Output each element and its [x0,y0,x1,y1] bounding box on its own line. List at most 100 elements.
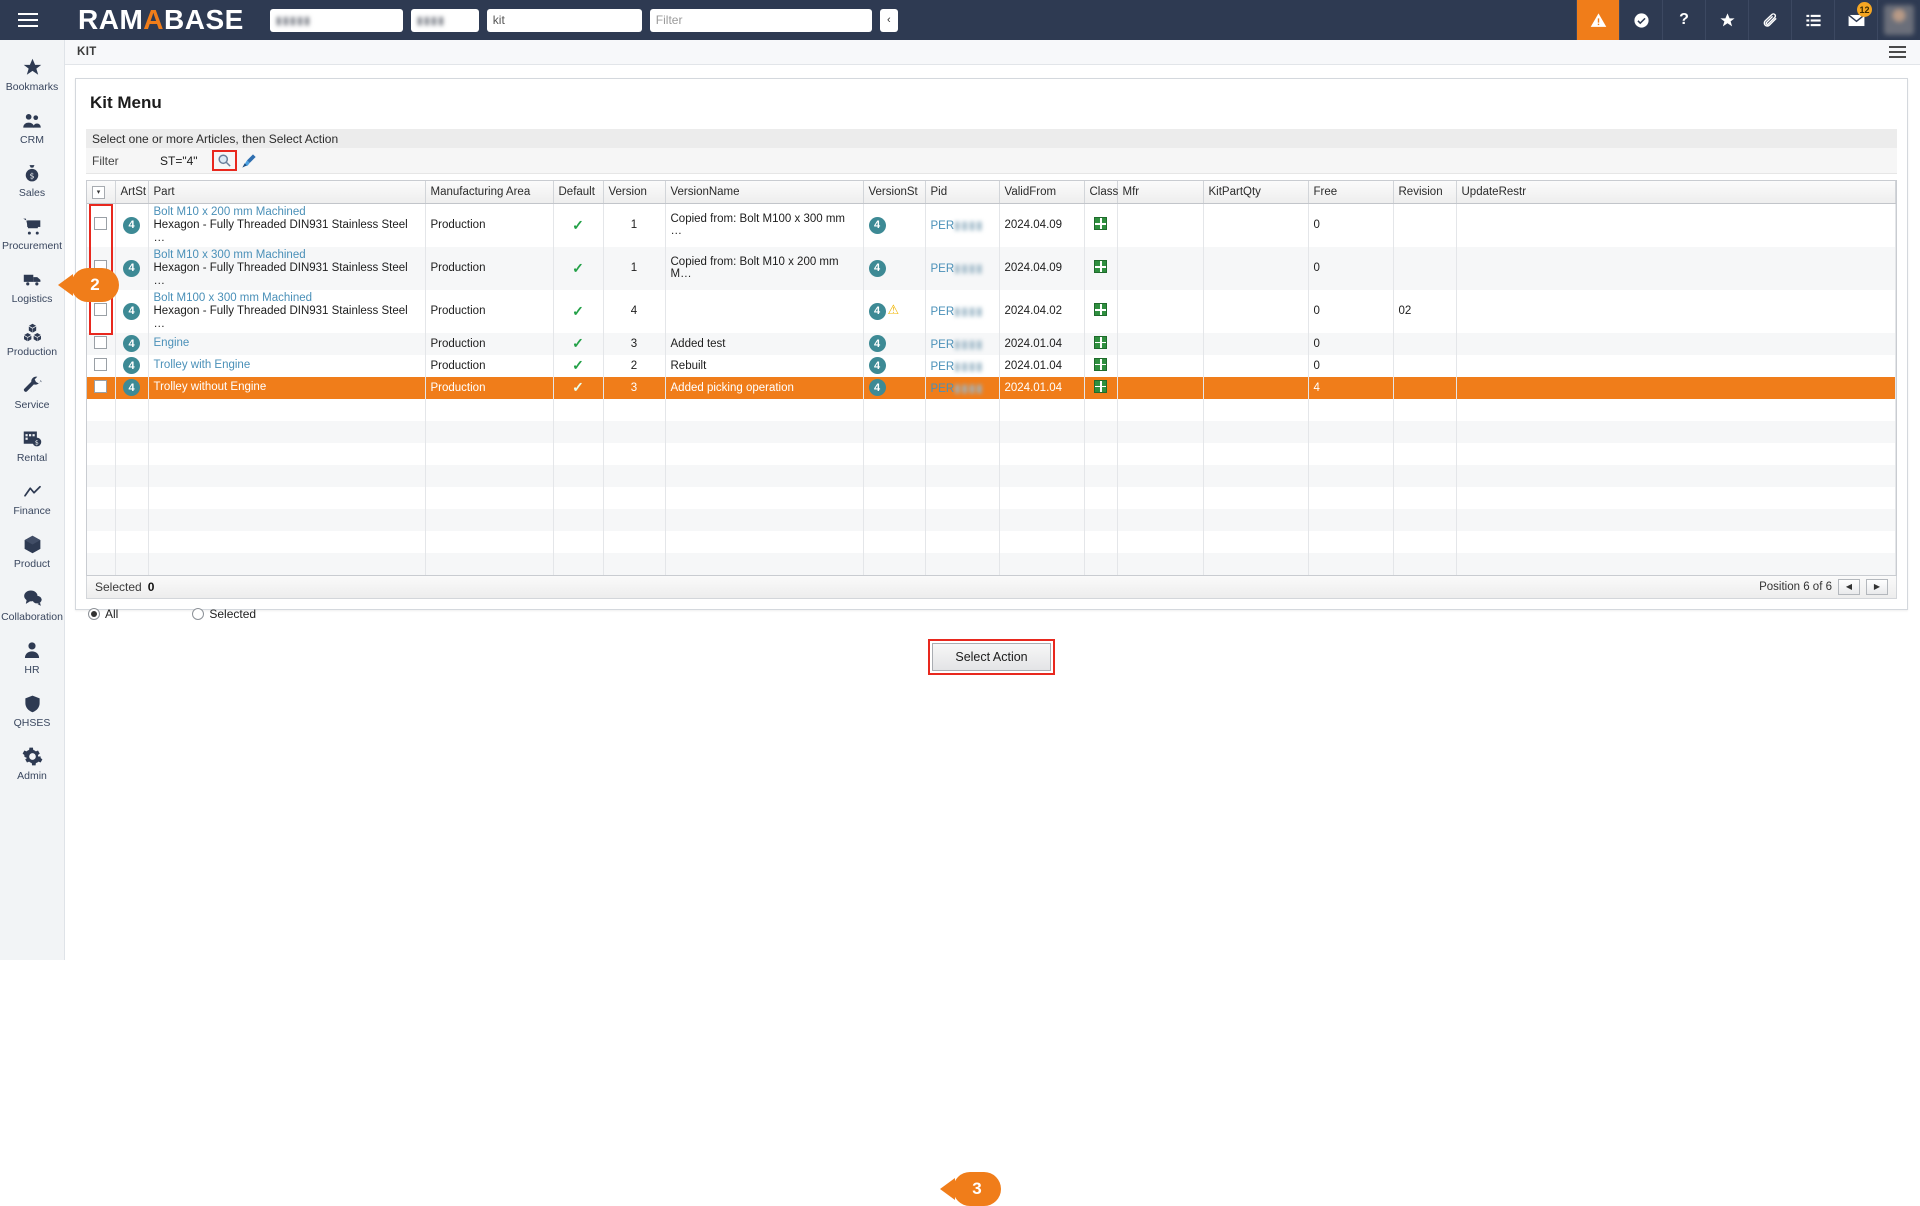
radio-selected-circle[interactable] [192,608,204,620]
table-row[interactable]: 4Trolley without EngineProduction✓3Added… [87,377,1896,399]
table-row[interactable]: 4Bolt M10 x 300 mm MachinedHexagon - Ful… [87,247,1896,290]
table-row[interactable]: 4EngineProduction✓3Added test4PER▮▮▮▮202… [87,333,1896,355]
sidebar-item-finance[interactable]: Finance [0,472,65,525]
radio-selected[interactable]: Selected [192,607,256,621]
header-manufacturing-area[interactable]: Manufacturing Area [425,181,553,203]
row-checkbox-cell[interactable] [87,377,115,399]
header-version[interactable]: Version [603,181,665,203]
pid-link[interactable]: PER [931,306,955,318]
header-revision[interactable]: Revision [1393,181,1456,203]
header-kit-part-qty[interactable]: KitPartQty [1203,181,1308,203]
row-checkbox-cell[interactable] [87,355,115,377]
cell-empty [1084,531,1117,553]
header-mfr[interactable]: Mfr [1117,181,1203,203]
cell-empty [1203,443,1308,465]
row-checkbox[interactable] [94,336,107,349]
cell-empty [1117,509,1203,531]
header-free[interactable]: Free [1308,181,1393,203]
sidebar-item-collaboration[interactable]: Collaboration [0,578,65,631]
radio-all[interactable]: All [88,607,118,621]
alert-icon[interactable] [1576,0,1619,40]
sidebar-item-procurement[interactable]: Procurement [0,207,65,260]
pid-link[interactable]: PER [931,220,955,232]
context-menu-icon[interactable] [1889,46,1906,58]
prev-page-button[interactable]: ◀ [1838,579,1860,595]
select-action-button[interactable]: Select Action [932,643,1050,671]
cell-part: Trolley with Engine [148,355,425,377]
part-link[interactable]: Bolt M100 x 300 mm Machined [154,292,420,305]
filter-value[interactable]: ST="4" [160,154,212,168]
class-icon [1094,358,1107,371]
truck-icon [21,269,44,291]
table-row[interactable]: 4Bolt M10 x 200 mm MachinedHexagon - Ful… [87,203,1896,247]
row-checkbox[interactable] [94,217,107,230]
sidebar-item-hr[interactable]: HR [0,631,65,684]
search-icon[interactable] [212,150,237,171]
hamburger-menu-icon[interactable] [0,0,56,40]
header-version-st[interactable]: VersionSt [863,181,925,203]
sidebar-item-production[interactable]: Production [0,313,65,366]
default-check-icon: ✓ [572,217,584,233]
header-update-restr[interactable]: UpdateRestr [1456,181,1896,203]
sidebar-item-admin[interactable]: Admin [0,737,65,790]
part-link[interactable]: Trolley with Engine [154,359,420,372]
part-link[interactable]: Trolley without Engine [154,381,420,394]
cell-empty [425,553,553,575]
user-avatar[interactable] [1877,0,1920,40]
header-version-name[interactable]: VersionName [665,181,863,203]
part-link[interactable]: Engine [154,337,420,350]
header-select-all[interactable]: ▾ [87,181,115,203]
star-icon[interactable] [1705,0,1748,40]
check-circle-icon[interactable] [1619,0,1662,40]
help-icon[interactable]: ? [1662,0,1705,40]
next-page-button[interactable]: ▶ [1866,579,1888,595]
table-row[interactable]: 4Bolt M100 x 300 mm MachinedHexagon - Fu… [87,290,1896,333]
sidebar-item-bookmarks[interactable]: Bookmarks [0,48,65,101]
sidebar-item-sales[interactable]: $ Sales [0,154,65,207]
position-text: Position 6 of 6 [1759,581,1832,593]
pid-link[interactable]: PER [931,383,955,395]
collapse-toggle-button[interactable]: ‹ [880,9,898,32]
row-checkbox-cell[interactable] [87,203,115,247]
context-field-1[interactable]: ▮▮▮▮▮ [270,9,403,32]
row-checkbox[interactable] [94,358,107,371]
global-filter-input[interactable]: Filter [650,9,872,32]
cell-version-name: Copied from: Bolt M100 x 300 mm … [665,203,863,247]
context-field-2[interactable]: ▮▮▮▮ [411,9,479,32]
sidebar-item-rental[interactable]: $ Rental [0,419,65,472]
header-artst[interactable]: ArtSt [115,181,148,203]
sidebar-item-service[interactable]: Service [0,366,65,419]
cell-version: 3 [603,333,665,355]
header-pid[interactable]: Pid [925,181,999,203]
mail-icon[interactable]: 12 [1834,0,1877,40]
row-checkbox[interactable] [94,380,107,393]
header-valid-from[interactable]: ValidFrom [999,181,1084,203]
sidebar-label: Procurement [2,241,62,252]
header-default[interactable]: Default [553,181,603,203]
pid-link[interactable]: PER [931,361,955,373]
attachment-icon[interactable] [1748,0,1791,40]
program-search-input[interactable]: kit [487,9,642,32]
row-checkbox[interactable] [94,303,107,316]
radio-all-circle[interactable] [88,608,100,620]
row-checkbox-cell[interactable] [87,333,115,355]
context-field-1-value: ▮▮▮▮▮ [276,14,311,27]
pid-link[interactable]: PER [931,263,955,275]
part-link[interactable]: Bolt M10 x 200 mm Machined [154,206,420,219]
list-icon[interactable] [1791,0,1834,40]
sidebar-item-logistics[interactable]: Logistics [0,260,65,313]
sidebar-item-product[interactable]: Product [0,525,65,578]
versionst-badge: 4 [869,217,886,234]
table-row[interactable]: 4Trolley with EngineProduction✓2Rebuilt4… [87,355,1896,377]
sidebar-item-crm[interactable]: CRM [0,101,65,154]
cell-pid: PER▮▮▮▮ [925,377,999,399]
sidebar-item-qhses[interactable]: QHSES [0,684,65,737]
cell-empty [1393,465,1456,487]
pid-link[interactable]: PER [931,339,955,351]
header-class[interactable]: Class [1084,181,1117,203]
cell-empty [1308,531,1393,553]
header-part[interactable]: Part [148,181,425,203]
brush-icon[interactable] [241,153,257,169]
cell-empty [87,487,115,509]
part-link[interactable]: Bolt M10 x 300 mm Machined [154,249,420,262]
